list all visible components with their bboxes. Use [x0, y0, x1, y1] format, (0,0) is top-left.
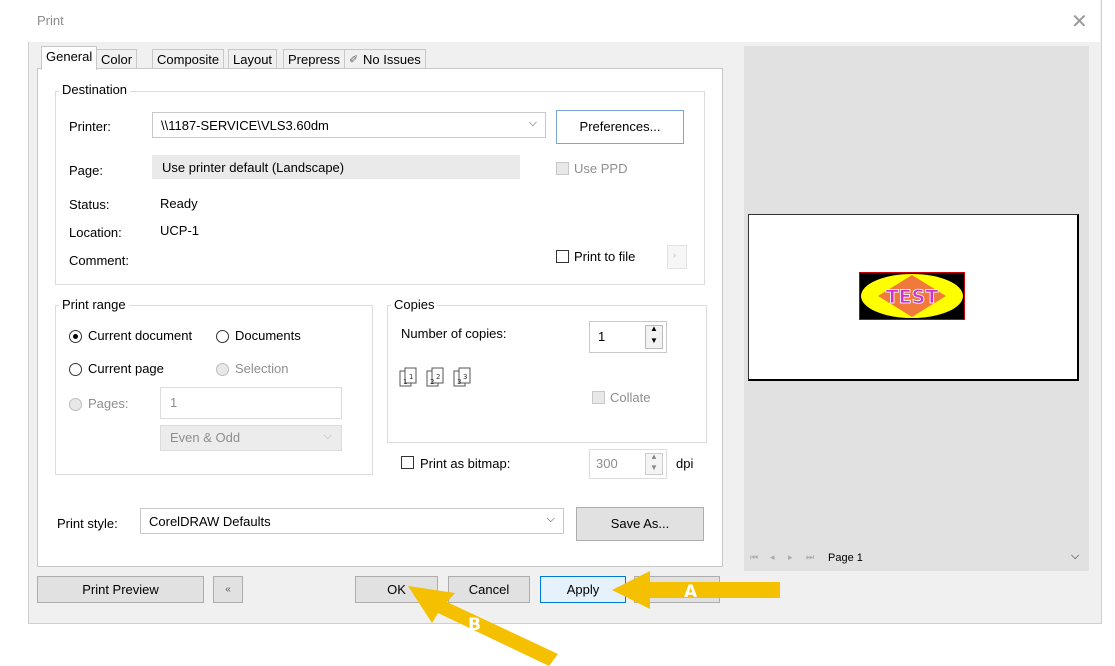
arrow-a-label: A — [684, 582, 698, 602]
arrow-b-label: B — [468, 615, 481, 635]
arrow-b — [408, 586, 558, 666]
tab-general[interactable]: General — [41, 46, 98, 70]
annotation-arrows: A B — [408, 571, 780, 666]
